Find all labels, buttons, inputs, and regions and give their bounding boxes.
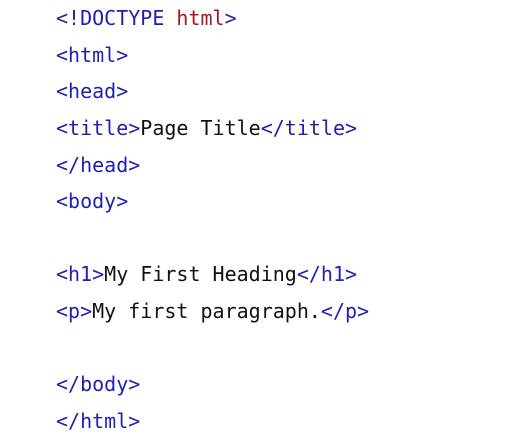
- code-line-title: <title> Page Title </title>: [56, 110, 506, 147]
- p-close-tag: </p>: [320, 299, 370, 324]
- head-open-tag: <head>: [56, 79, 129, 104]
- body-close-tag: </body>: [56, 372, 141, 397]
- code-line-html-close: </html>: [56, 403, 506, 439]
- h1-text: My First Heading: [104, 262, 297, 287]
- code-line-head-open: <head>: [56, 73, 506, 110]
- code-line-p: <p> My first paragraph. </p>: [56, 293, 506, 330]
- h1-close-tag: </h1>: [296, 262, 358, 287]
- doctype-tag: <!DOCTYPE: [56, 6, 165, 31]
- title-open-tag: <title>: [56, 116, 141, 141]
- doctype-close: >: [224, 6, 237, 31]
- code-line-doctype: <!DOCTYPE html >: [56, 0, 506, 37]
- p-text: My first paragraph.: [92, 299, 321, 324]
- body-open-tag: <body>: [56, 189, 129, 214]
- h1-open-tag: <h1>: [56, 262, 105, 287]
- code-line-body-close: </body>: [56, 366, 506, 403]
- doctype-keyword: html: [164, 6, 225, 31]
- code-line-body-open: <body>: [56, 183, 506, 220]
- title-close-tag: </title>: [260, 116, 358, 141]
- code-line-html-open: <html>: [56, 37, 506, 74]
- code-line-head-close: </head>: [56, 146, 506, 183]
- html-close-tag: </html>: [56, 408, 141, 433]
- html-open-tag: <html>: [56, 42, 129, 67]
- title-text: Page Title: [140, 116, 261, 141]
- code-listing: <!DOCTYPE html > <html> <head> <title> Pag…: [56, 0, 506, 439]
- head-close-tag: </head>: [56, 152, 141, 177]
- p-open-tag: <p>: [56, 299, 93, 324]
- code-line-h1: <h1> My First Heading </h1>: [56, 256, 506, 293]
